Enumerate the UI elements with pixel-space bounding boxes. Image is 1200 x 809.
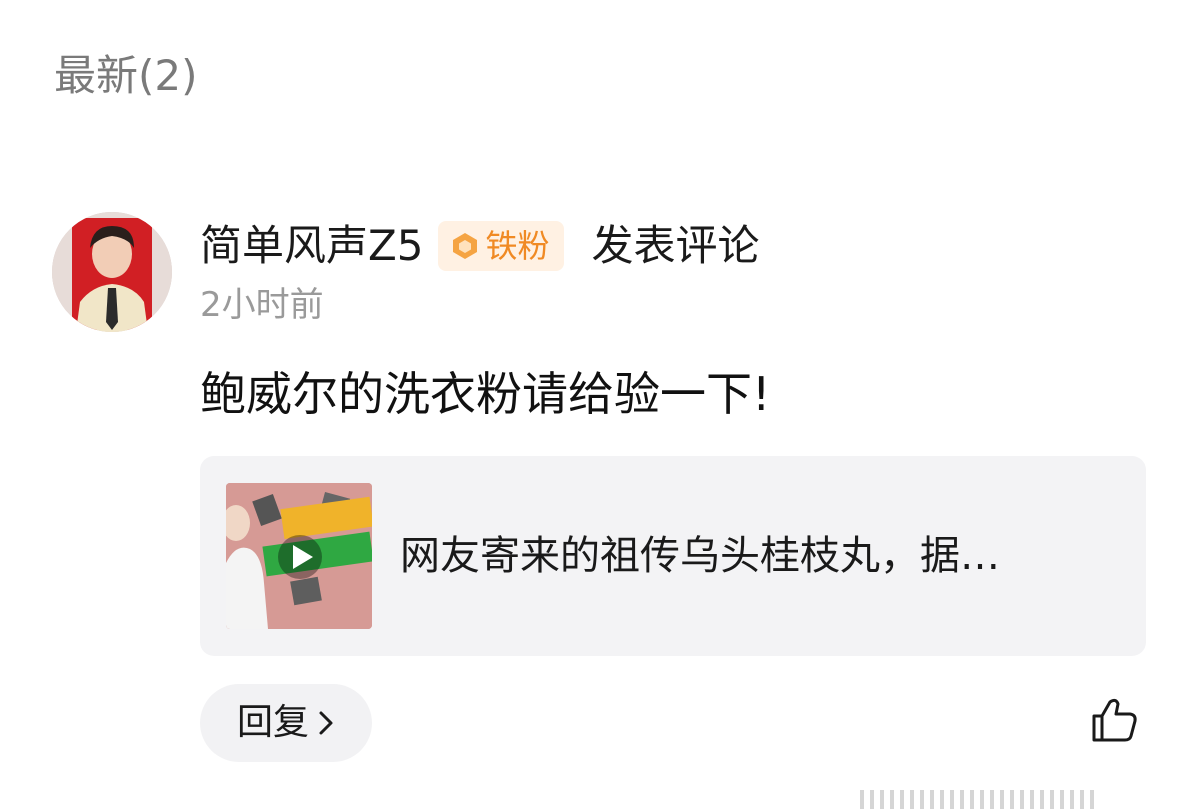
comment-action: 发表评论 bbox=[591, 221, 760, 270]
comment-text: 鲍威尔的洗衣粉请给验一下! bbox=[200, 367, 771, 421]
chevron-right-icon bbox=[317, 709, 335, 737]
comments-page: 最新(2) 简单风声Z5 铁粉 发表评论 2小时前 鲍威尔的洗衣粉请给验一下! … bbox=[0, 0, 1200, 809]
section-title: 最新(2) bbox=[54, 51, 198, 100]
avatar-image bbox=[52, 212, 172, 332]
thumbs-up-icon bbox=[1092, 698, 1137, 742]
fan-badge[interactable]: 铁粉 bbox=[437, 221, 564, 271]
linked-post-title: 网友寄来的祖传乌头桂枝丸，据… bbox=[400, 533, 1000, 579]
fan-badge-label: 铁粉 bbox=[485, 227, 550, 265]
video-thumbnail bbox=[226, 483, 372, 629]
home-indicator bbox=[860, 790, 1180, 809]
comment-header: 简单风声Z5 铁粉 发表评论 bbox=[200, 216, 760, 276]
comment-time: 2小时前 bbox=[200, 285, 324, 325]
linked-post-card[interactable]: 网友寄来的祖传乌头桂枝丸，据… bbox=[200, 456, 1146, 656]
like-button[interactable] bbox=[1088, 694, 1140, 746]
hexagon-badge-icon bbox=[450, 231, 480, 261]
reply-button[interactable]: 回复 bbox=[200, 684, 372, 762]
username[interactable]: 简单风声Z5 bbox=[200, 216, 424, 276]
avatar[interactable] bbox=[52, 212, 172, 332]
reply-label: 回复 bbox=[236, 702, 309, 743]
